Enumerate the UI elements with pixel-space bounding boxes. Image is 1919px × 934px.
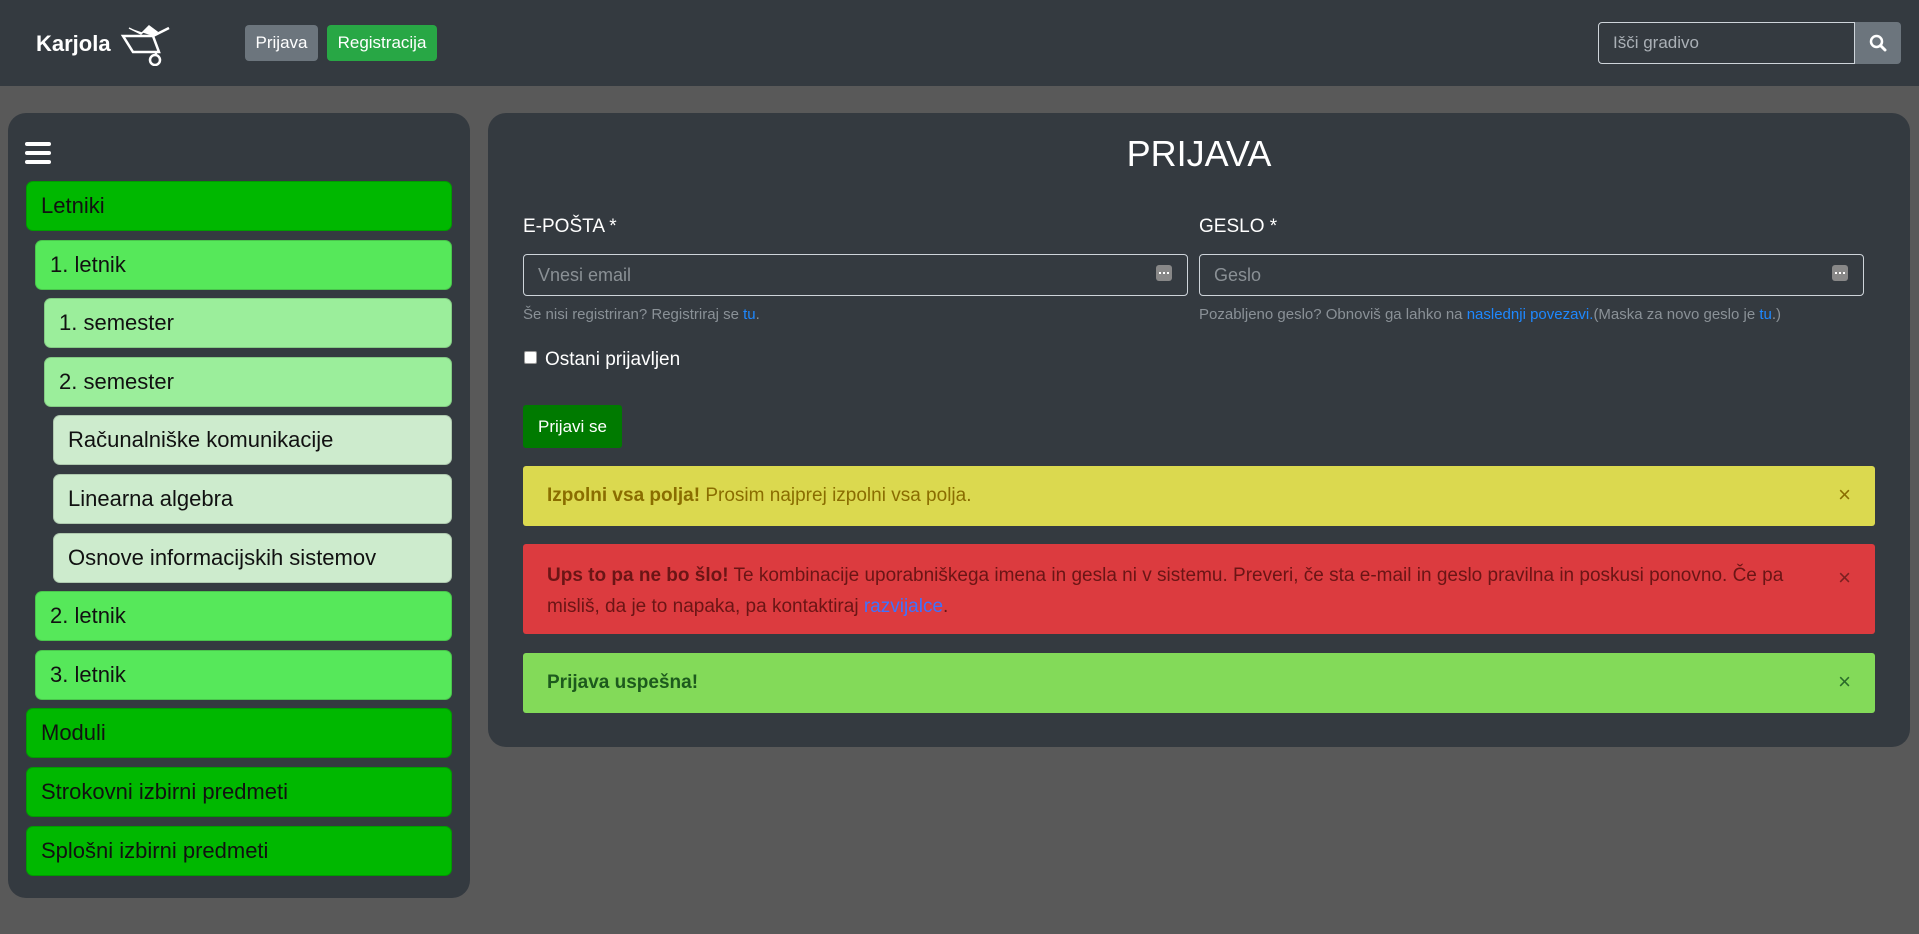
- sidebar-item-2-letnik[interactable]: 2. letnik: [35, 591, 452, 641]
- password-mask-link[interactable]: tu: [1759, 306, 1772, 323]
- sidebar-item-osnove-informacijskih-sistemov[interactable]: Osnove informacijskih sistemov: [53, 533, 452, 583]
- sidebar-item-racunalniske-komunikacije[interactable]: Računalniške komunikacije: [53, 415, 452, 465]
- login-card: PRIJAVA E-POŠTA * Še nisi registriran? R…: [488, 113, 1910, 747]
- password-hint-mid: (Maska za novo geslo je: [1593, 306, 1760, 323]
- sidebar-item-1-letnik[interactable]: 1. letnik: [35, 240, 452, 290]
- success-title: Prijava uspešna!: [547, 672, 699, 693]
- error-title: Ups to pa ne bo šlo!: [547, 565, 729, 586]
- password-hint: Pozabljeno geslo? Obnoviš ga lahko na na…: [1199, 306, 1781, 323]
- login-submit-button[interactable]: Prijavi se: [523, 405, 622, 448]
- sidebar: Letniki 1. letnik 1. semester 2. semeste…: [8, 113, 470, 898]
- wheelbarrow-icon: [120, 25, 170, 66]
- email-label: E-POŠTA *: [523, 216, 617, 237]
- developers-link[interactable]: razvijalce: [864, 596, 943, 617]
- sidebar-item-linearna-algebra[interactable]: Linearna algebra: [53, 474, 452, 524]
- warning-alert: Izpolni vsa polja! Prosim najprej izpoln…: [523, 466, 1875, 526]
- remember-me[interactable]: Ostani prijavljen: [524, 349, 680, 371]
- reset-password-link[interactable]: naslednji povezavi.: [1467, 306, 1594, 323]
- autofill-icon[interactable]: [1156, 265, 1172, 281]
- login-button[interactable]: Prijava: [245, 25, 318, 61]
- close-icon[interactable]: ×: [1838, 482, 1851, 508]
- email-hint-text: Še nisi registriran? Registriraj se: [523, 306, 744, 323]
- close-icon[interactable]: ×: [1838, 669, 1851, 695]
- menu-toggle-icon[interactable]: [25, 142, 51, 164]
- email-hint-end: .: [755, 306, 760, 323]
- close-icon[interactable]: ×: [1838, 562, 1851, 593]
- autofill-icon[interactable]: [1832, 265, 1848, 281]
- remember-label: Ostani prijavljen: [545, 349, 681, 370]
- register-button[interactable]: Registracija: [327, 25, 437, 61]
- sidebar-item-3-letnik[interactable]: 3. letnik: [35, 650, 452, 700]
- error-end: .: [943, 596, 949, 617]
- page-title: PRIJAVA: [1126, 133, 1272, 174]
- search-icon: [1869, 34, 1887, 52]
- warning-text: Prosim najprej izpolni vsa polja.: [700, 485, 972, 506]
- email-hint: Še nisi registriran? Registriraj se tu.: [523, 306, 760, 323]
- search-input[interactable]: [1598, 22, 1855, 64]
- password-label: GESLO *: [1199, 216, 1278, 237]
- sidebar-item-splosni-izbirni[interactable]: Splošni izbirni predmeti: [26, 826, 452, 876]
- sidebar-item-letniki[interactable]: Letniki: [26, 181, 452, 231]
- sidebar-item-moduli[interactable]: Moduli: [26, 708, 452, 758]
- brand-logo[interactable]: Karjola: [36, 22, 175, 66]
- brand-name: Karjola: [36, 31, 111, 56]
- error-text: Te kombinacije uporabniškega imena in ge…: [547, 565, 1784, 617]
- password-hint-end: .): [1771, 306, 1782, 323]
- warning-title: Izpolni vsa polja!: [547, 485, 701, 506]
- register-link[interactable]: tu: [743, 306, 756, 323]
- remember-checkbox[interactable]: [524, 350, 537, 364]
- error-alert: Ups to pa ne bo šlo! Te kombinacije upor…: [523, 544, 1875, 634]
- password-field[interactable]: [1199, 254, 1864, 296]
- sidebar-item-1-semester[interactable]: 1. semester: [44, 298, 452, 348]
- email-field[interactable]: [523, 254, 1188, 296]
- search-button[interactable]: [1855, 22, 1901, 64]
- password-hint-text: Pozabljeno geslo? Obnoviš ga lahko na: [1199, 306, 1467, 323]
- success-alert: Prijava uspešna! ×: [523, 653, 1875, 713]
- navbar: Karjola Prijava Registracija: [0, 0, 1919, 86]
- sidebar-item-2-semester[interactable]: 2. semester: [44, 357, 452, 407]
- sidebar-item-strokovni-izbirni[interactable]: Strokovni izbirni predmeti: [26, 767, 452, 817]
